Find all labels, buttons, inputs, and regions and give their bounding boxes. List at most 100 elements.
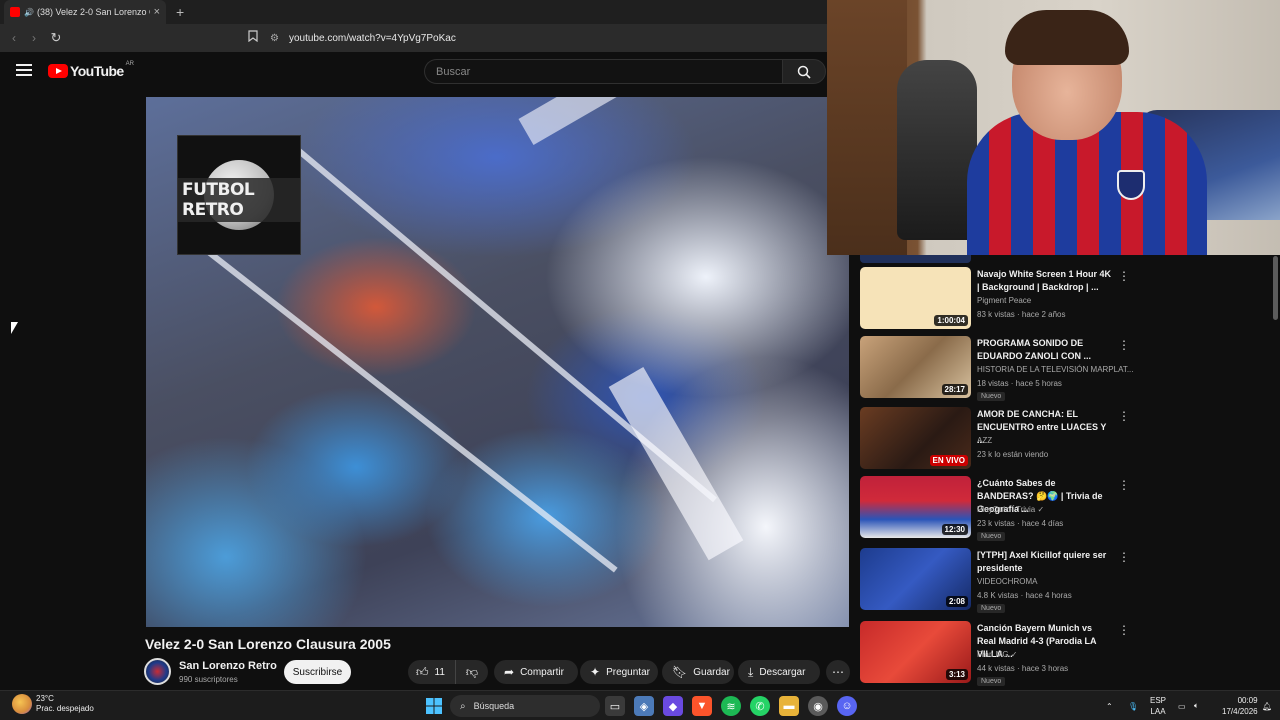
forward-arrow-icon[interactable]: ›	[24, 31, 44, 45]
recommendation-channel[interactable]: Pigment Peace	[977, 296, 1031, 305]
reload-icon[interactable]: ↻	[46, 30, 66, 46]
download-label: Descargar	[759, 666, 806, 678]
file-explorer-icon[interactable]: ▬	[779, 696, 799, 716]
recommendation-item[interactable]: EN VIVO AMOR DE CANCHA: EL ENCUENTRO ent…	[860, 407, 1280, 473]
spotify-icon[interactable]: ≋	[721, 696, 741, 716]
kebab-menu-icon[interactable]: ⋮	[1118, 478, 1130, 492]
search-icon: ⌕	[460, 700, 466, 712]
kebab-menu-icon[interactable]: ⋮	[1118, 338, 1130, 352]
recommendation-title[interactable]: Navajo White Screen 1 Hour 4K | Backgrou…	[977, 268, 1112, 294]
kebab-menu-icon[interactable]: ⋮	[1118, 550, 1130, 564]
recommendation-title[interactable]: [YTPH] Axel Kicillof quiere ser presiden…	[977, 549, 1112, 575]
video-watermark: FUTBOL RETRO	[177, 135, 301, 255]
recommendation-item[interactable]: 2:08 [YTPH] Axel Kicillof quiere ser pre…	[860, 548, 1280, 614]
recommendation-title[interactable]: AMOR DE CANCHA: EL ENCUENTRO entre LUACE…	[977, 408, 1112, 447]
channel-avatar[interactable]	[144, 658, 171, 685]
mouse-cursor-icon	[11, 322, 18, 334]
new-badge: Nuevo	[977, 392, 1006, 401]
share-button[interactable]: ➦ Compartir	[494, 660, 578, 684]
site-info-icon[interactable]: ⚙	[270, 33, 279, 44]
duration-badge: 12:30	[941, 524, 968, 535]
temperature: 23°C	[36, 694, 54, 703]
recommendation-channel[interactable]: HISTORIA DE LA TELEVISIÓN MARPLAT...	[977, 365, 1134, 374]
close-tab-icon[interactable]: ×	[154, 6, 160, 18]
network-icon[interactable]: ▭	[1178, 691, 1186, 720]
bookmark-icon[interactable]	[248, 30, 262, 46]
language-indicator[interactable]: ESP LAA	[1150, 695, 1166, 717]
new-tab-button[interactable]: +	[176, 0, 184, 24]
youtube-logo[interactable]: YouTube AR	[48, 61, 134, 79]
browser-navbar: ‹ › ↻ ⚙ youtube.com/watch?v=4YpVg7PoKac	[0, 24, 828, 52]
clock[interactable]: 00:09 17/4/2026	[1222, 695, 1258, 717]
recommendation-channel[interactable]: AZZ	[977, 436, 992, 445]
more-actions-icon[interactable]: ⋯	[826, 660, 850, 684]
recommendation-meta: 44 k vistas · hace 3 horas	[977, 664, 1069, 673]
recommendation-item[interactable]: 1:00:04 Navajo White Screen 1 Hour 4K | …	[860, 267, 1280, 333]
like-count: 11	[434, 666, 445, 678]
video-thumbnail[interactable]: 3:13	[860, 621, 971, 683]
kebab-menu-icon[interactable]: ⋮	[1118, 409, 1130, 423]
tab-title: (38) Velez 2-0 San Lorenzo Cl	[36, 7, 150, 17]
chrome-icon[interactable]: ◉	[808, 696, 828, 716]
brave-browser-icon[interactable]: ▼	[692, 696, 712, 716]
subscribe-button[interactable]: Suscribirse	[284, 660, 351, 684]
video-thumbnail[interactable]: 28:17	[860, 336, 971, 398]
search-button[interactable]	[782, 59, 826, 84]
video-player[interactable]: FUTBOL RETRO	[146, 97, 849, 627]
channel-name[interactable]: San Lorenzo Retro	[179, 660, 277, 672]
share-icon: ➦	[504, 665, 515, 679]
save-label: Guardar	[693, 666, 730, 678]
taskbar: 23°C Prac. despejado ⌕ Búsqueda ▭ ◈ ◆ ▼ …	[0, 690, 1280, 720]
address-bar[interactable]: ⚙ youtube.com/watch?v=4YpVg7PoKac	[270, 28, 818, 48]
recommendation-item[interactable]: 12:30 ¿Cuánto Sabes de BANDERAS? 🤔🌍 | Tr…	[860, 476, 1280, 542]
webcam-overlay	[827, 0, 1280, 255]
search-icon	[797, 65, 811, 79]
ask-label: Preguntar	[606, 666, 650, 678]
search-input[interactable]: Buscar	[424, 59, 782, 84]
download-button[interactable]: ⤓ Descargar	[738, 660, 820, 684]
kebab-menu-icon[interactable]: ⋮	[1118, 269, 1130, 283]
kebab-menu-icon[interactable]: ⋮	[1118, 623, 1130, 637]
video-thumbnail[interactable]: 2:08	[860, 548, 971, 610]
recommendation-title[interactable]: PROGRAMA SONIDO DE EDUARDO ZANOLI CON ..…	[977, 337, 1112, 363]
recommendation-meta: 23 k lo están viendo	[977, 450, 1049, 459]
discord-icon[interactable]: ☺	[837, 696, 857, 716]
volume-icon[interactable]: 🔈︎	[1194, 691, 1199, 720]
browser-tab-active[interactable]: 🔊 (38) Velez 2-0 San Lorenzo Cl ×	[4, 0, 166, 24]
video-thumbnail[interactable]: 12:30	[860, 476, 971, 538]
video-frame-detail	[518, 97, 759, 145]
recommendation-meta: 83 k vistas · hace 2 años	[977, 310, 1066, 319]
windows-start-icon[interactable]	[424, 696, 444, 716]
youtube-favicon-icon	[10, 7, 20, 17]
task-view-icon[interactable]: ▭	[605, 696, 625, 716]
save-button[interactable]: 🔖︎ Guardar	[662, 660, 734, 684]
browser-tab-strip: 🔊 (38) Velez 2-0 San Lorenzo Cl × +	[0, 0, 828, 24]
copilot-icon[interactable]: ◆	[663, 696, 683, 716]
whatsapp-icon[interactable]: ✆	[750, 696, 770, 716]
microphone-icon[interactable]: 🎙︎	[1128, 691, 1138, 720]
video-thumbnail[interactable]: 1:00:04	[860, 267, 971, 329]
dislike-button[interactable]: 👎︎	[456, 665, 488, 680]
recommendation-meta: 18 vistas · hace 5 horas	[977, 379, 1062, 388]
watermark-text: FUTBOL RETRO	[178, 178, 300, 222]
back-arrow-icon[interactable]: ‹	[4, 31, 24, 45]
menu-icon[interactable]	[16, 64, 32, 78]
like-button[interactable]: 👍︎ 11	[408, 660, 456, 684]
tray-overflow-icon[interactable]: ⌃	[1106, 691, 1113, 720]
weather-widget[interactable]: 23°C Prac. despejado	[12, 694, 94, 714]
taskbar-search[interactable]: ⌕ Búsqueda	[450, 695, 600, 717]
recommendation-channel[interactable]: Fran MG ✓	[977, 650, 1017, 659]
speaker-icon[interactable]: 🔊	[24, 8, 34, 17]
new-badge: Nuevo	[977, 677, 1006, 686]
recommendation-channel[interactable]: PlayQuiz - Trivia ✓	[977, 505, 1044, 514]
ask-button[interactable]: ✦ Preguntar	[580, 660, 658, 684]
app-icon[interactable]: ◈	[634, 696, 654, 716]
recommendation-channel[interactable]: VIDEOCHROMA	[977, 577, 1037, 586]
notification-icon[interactable]: 🔔︎	[1262, 691, 1272, 720]
webcam-hair	[1005, 10, 1129, 65]
duration-badge: 1:00:04	[934, 315, 968, 326]
page-scrollbar[interactable]	[1273, 256, 1278, 320]
video-thumbnail[interactable]: EN VIVO	[860, 407, 971, 469]
recommendation-item[interactable]: 28:17 PROGRAMA SONIDO DE EDUARDO ZANOLI …	[860, 336, 1280, 402]
recommendation-item[interactable]: 3:13 Canción Bayern Munich vs Real Madri…	[860, 621, 1280, 687]
